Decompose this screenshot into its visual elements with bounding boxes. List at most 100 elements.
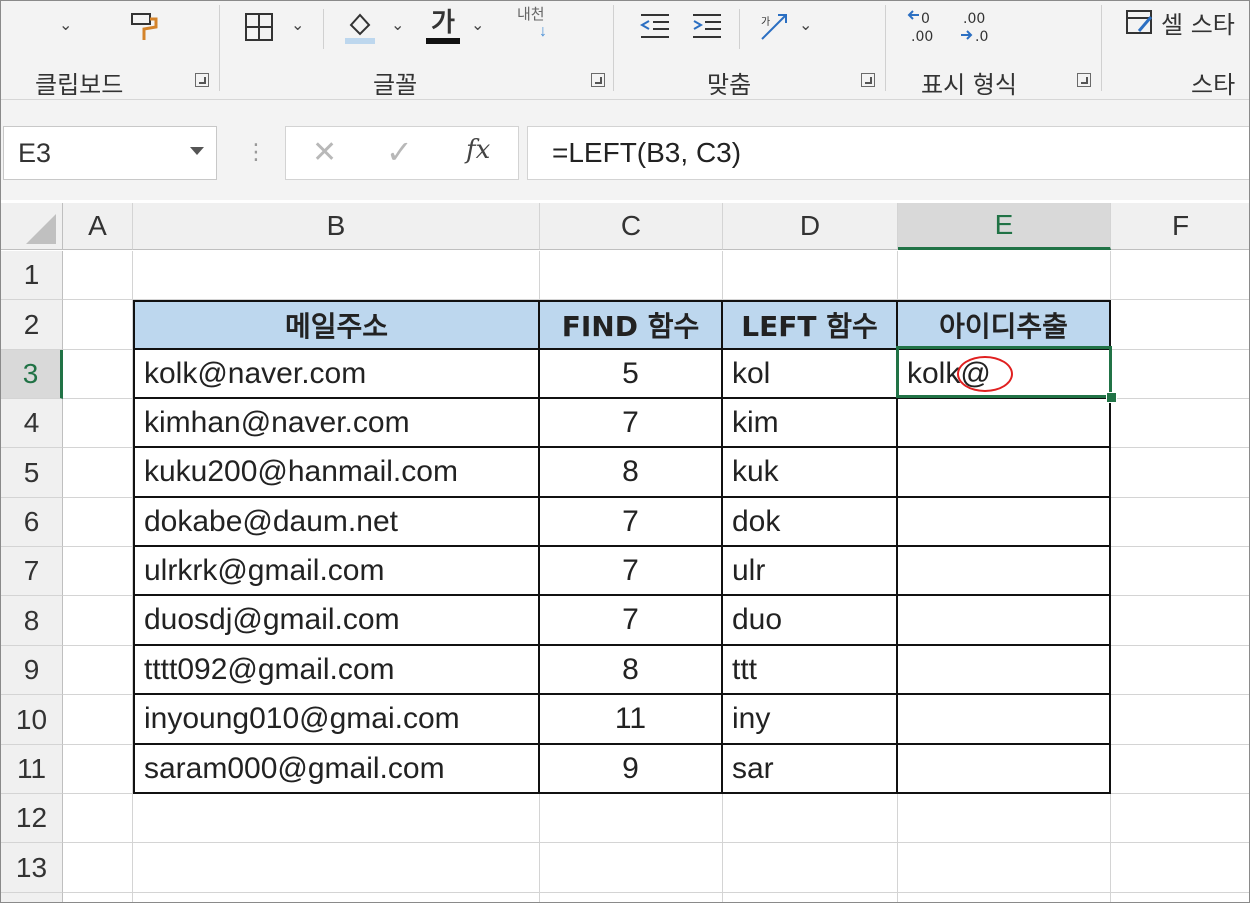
cell-e14[interactable] xyxy=(898,893,1111,902)
vertical-text-icon[interactable]: 내천 xyxy=(517,3,545,24)
row-header-8[interactable]: 8 xyxy=(1,596,63,646)
cell-a14[interactable] xyxy=(63,893,133,902)
row-header-3[interactable]: 3 xyxy=(1,350,63,399)
select-all-button[interactable] xyxy=(1,203,63,250)
cell-b14[interactable] xyxy=(133,893,540,902)
row-header-14[interactable]: 14 xyxy=(1,893,63,902)
table-cell-c9[interactable]: 8 xyxy=(540,646,723,695)
name-box[interactable]: E3 xyxy=(3,126,217,180)
borders-icon[interactable] xyxy=(241,9,277,45)
cell-f9[interactable] xyxy=(1111,646,1249,695)
cell-f12[interactable] xyxy=(1111,794,1249,843)
table-cell-d5[interactable]: kuk xyxy=(723,448,898,498)
cell-c13[interactable] xyxy=(540,843,723,893)
cell-d1[interactable] xyxy=(723,251,898,300)
table-cell-b5[interactable]: kuku200@hanmail.com xyxy=(133,448,540,498)
table-cell-e6[interactable] xyxy=(898,498,1111,547)
font-color-dropdown-icon[interactable]: ⌄ xyxy=(471,15,484,35)
cell-f4[interactable] xyxy=(1111,399,1249,448)
increase-decimal-icon[interactable]: 0.00 xyxy=(905,7,945,45)
enter-check-icon[interactable]: ✓ xyxy=(386,133,413,171)
cell-a11[interactable] xyxy=(63,745,133,794)
table-cell-b10[interactable]: inyoung010@gmai.com xyxy=(133,695,540,745)
table-cell-e7[interactable] xyxy=(898,547,1111,596)
table-cell-c8[interactable]: 7 xyxy=(540,596,723,646)
table-cell-b7[interactable]: ulrkrk@gmail.com xyxy=(133,547,540,596)
table-cell-c4[interactable]: 7 xyxy=(540,399,723,448)
table-header-cell[interactable]: LEFT 함수 xyxy=(723,300,898,350)
font-launcher-icon[interactable] xyxy=(591,73,605,87)
table-cell-b9[interactable]: tttt092@gmail.com xyxy=(133,646,540,695)
increase-indent-icon[interactable] xyxy=(689,9,725,43)
table-cell-b4[interactable]: kimhan@naver.com xyxy=(133,399,540,448)
cell-f8[interactable] xyxy=(1111,596,1249,646)
cell-a6[interactable] xyxy=(63,498,133,547)
table-cell-e11[interactable] xyxy=(898,745,1111,794)
cell-a12[interactable] xyxy=(63,794,133,843)
table-cell-d9[interactable]: ttt xyxy=(723,646,898,695)
formula-input[interactable]: =LEFT(B3, C3) xyxy=(527,126,1249,180)
table-cell-d11[interactable]: sar xyxy=(723,745,898,794)
table-cell-c5[interactable]: 8 xyxy=(540,448,723,498)
table-cell-b11[interactable]: saram000@gmail.com xyxy=(133,745,540,794)
number-launcher-icon[interactable] xyxy=(1077,73,1091,87)
orientation-icon[interactable]: 가 xyxy=(755,7,795,45)
cell-b13[interactable] xyxy=(133,843,540,893)
column-header-f[interactable]: F xyxy=(1111,203,1249,250)
row-header-12[interactable]: 12 xyxy=(1,794,63,843)
column-header-a[interactable]: A xyxy=(63,203,133,250)
decrease-decimal-icon[interactable]: .00.0 xyxy=(957,7,997,45)
formula-bar-grip-icon[interactable]: ⋮ xyxy=(245,139,267,165)
cell-c12[interactable] xyxy=(540,794,723,843)
table-cell-c3[interactable]: 5 xyxy=(540,350,723,399)
alignment-launcher-icon[interactable] xyxy=(861,73,875,87)
cell-f13[interactable] xyxy=(1111,843,1249,893)
cell-a2[interactable] xyxy=(63,300,133,350)
cell-a9[interactable] xyxy=(63,646,133,695)
table-header-cell[interactable]: FIND 함수 xyxy=(540,300,723,350)
paste-dropdown-icon[interactable]: ⌄ xyxy=(59,15,72,35)
cell-f5[interactable] xyxy=(1111,448,1249,498)
name-box-dropdown-icon[interactable] xyxy=(190,147,204,155)
cell-a8[interactable] xyxy=(63,596,133,646)
cell-f14[interactable] xyxy=(1111,893,1249,902)
table-cell-e5[interactable] xyxy=(898,448,1111,498)
clipboard-launcher-icon[interactable] xyxy=(195,73,209,87)
cell-e1[interactable] xyxy=(898,251,1111,300)
cell-f2[interactable] xyxy=(1111,300,1249,350)
cell-a7[interactable] xyxy=(63,547,133,596)
column-header-d[interactable]: D xyxy=(723,203,898,250)
cell-a3[interactable] xyxy=(63,350,133,399)
row-header-10[interactable]: 10 xyxy=(1,695,63,745)
table-cell-d6[interactable]: dok xyxy=(723,498,898,547)
cell-d14[interactable] xyxy=(723,893,898,902)
table-cell-b6[interactable]: dokabe@daum.net xyxy=(133,498,540,547)
table-cell-d10[interactable]: iny xyxy=(723,695,898,745)
cell-d13[interactable] xyxy=(723,843,898,893)
column-header-c[interactable]: C xyxy=(540,203,723,250)
cell-f6[interactable] xyxy=(1111,498,1249,547)
row-header-2[interactable]: 2 xyxy=(1,300,63,350)
row-header-1[interactable]: 1 xyxy=(1,251,63,300)
cell-f3[interactable] xyxy=(1111,350,1249,399)
table-cell-e8[interactable] xyxy=(898,596,1111,646)
cell-a1[interactable] xyxy=(63,251,133,300)
borders-dropdown-icon[interactable]: ⌄ xyxy=(291,15,304,35)
row-header-5[interactable]: 5 xyxy=(1,448,63,498)
table-cell-c7[interactable]: 7 xyxy=(540,547,723,596)
cell-e12[interactable] xyxy=(898,794,1111,843)
table-cell-e3[interactable]: kolk@ xyxy=(898,350,1111,399)
cell-a4[interactable] xyxy=(63,399,133,448)
column-header-b[interactable]: B xyxy=(133,203,540,250)
cell-f1[interactable] xyxy=(1111,251,1249,300)
orientation-dropdown-icon[interactable]: ⌄ xyxy=(799,15,812,35)
row-header-11[interactable]: 11 xyxy=(1,745,63,794)
insert-function-icon[interactable]: fx xyxy=(466,135,490,165)
table-cell-c11[interactable]: 9 xyxy=(540,745,723,794)
cell-styles-button[interactable]: 셀 스타 xyxy=(1125,5,1235,39)
cell-e13[interactable] xyxy=(898,843,1111,893)
cell-b1[interactable] xyxy=(133,251,540,300)
table-cell-d7[interactable]: ulr xyxy=(723,547,898,596)
format-painter-icon[interactable] xyxy=(125,7,165,47)
font-color-icon[interactable]: 가 xyxy=(423,5,463,47)
